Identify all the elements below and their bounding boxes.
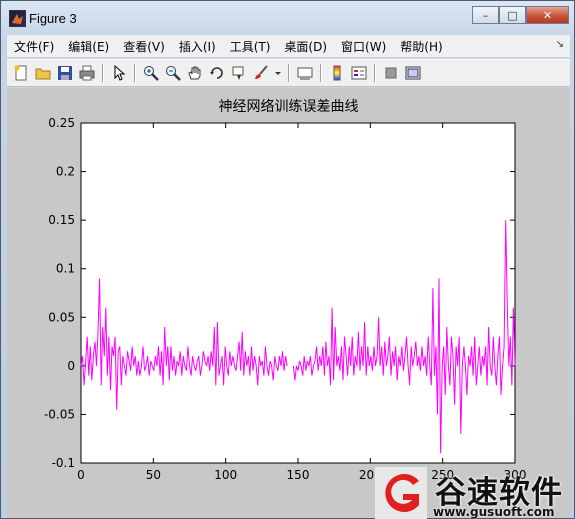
menu-help[interactable]: 帮助(H) (393, 38, 449, 55)
y-tick-label: 0.2 (56, 165, 75, 179)
watermark-url: www.gusuoft.com (433, 505, 555, 519)
title-bar[interactable]: Figure 3 – □ ✕ (1, 1, 574, 33)
legend-icon[interactable] (350, 64, 368, 82)
brush-icon[interactable] (252, 64, 270, 82)
new-file-icon[interactable] (12, 64, 30, 82)
close-button[interactable]: ✕ (526, 6, 569, 24)
figure-window: Figure 3 – □ ✕ 文件(F) 编辑(E) 查看(V) 插入(I) 工… (0, 0, 575, 519)
link-plot-icon[interactable] (296, 64, 314, 82)
error-curve-chart: 0 50 100 150 200 250 300-0.1-0.0500.050.10.150… (44, 116, 527, 482)
print-icon[interactable] (78, 64, 96, 82)
toolbar-separator (320, 64, 322, 82)
y-tick-label: 0 (67, 359, 75, 373)
menu-edit[interactable]: 编辑(E) (61, 38, 116, 55)
x-tick-label: 150 (287, 468, 310, 482)
show-plot-tools-icon[interactable] (404, 64, 422, 82)
x-tick-label: 0 (77, 468, 85, 482)
open-folder-icon[interactable] (34, 64, 52, 82)
y-tick-label: 0.1 (56, 262, 75, 276)
pan-hand-icon[interactable] (186, 64, 204, 82)
y-tick-label: 0.15 (48, 213, 75, 227)
rotate-3d-icon[interactable] (208, 64, 226, 82)
pointer-icon[interactable] (110, 64, 128, 82)
plot-area (80, 122, 516, 464)
menu-overflow-icon[interactable]: ↘ (556, 39, 564, 50)
menu-bar: 文件(F) 编辑(E) 查看(V) 插入(I) 工具(T) 桌面(D) 窗口(W… (7, 35, 570, 57)
minimize-button[interactable]: – (472, 6, 499, 24)
toolbar-separator (102, 64, 104, 82)
figure-toolbar (7, 59, 570, 87)
maximize-button[interactable]: □ (499, 6, 526, 24)
maximize-icon: □ (507, 8, 518, 22)
window-title: Figure 3 (29, 11, 77, 26)
matlab-logo-icon (9, 10, 26, 27)
colorbar-icon[interactable] (328, 64, 346, 82)
y-tick-label: 0.25 (48, 116, 75, 130)
zoom-in-icon[interactable] (142, 64, 160, 82)
y-tick-label: 0.05 (48, 310, 75, 324)
y-tick-label: -0.1 (52, 456, 75, 470)
menu-file[interactable]: 文件(F) (7, 38, 61, 55)
y-tick-label: -0.05 (44, 407, 75, 421)
menu-window[interactable]: 窗口(W) (334, 38, 393, 55)
watermark-logo-icon (375, 467, 427, 519)
dropdown-arrow-icon[interactable] (274, 64, 282, 82)
menu-tools[interactable]: 工具(T) (223, 38, 278, 55)
toolbar-separator (134, 64, 136, 82)
x-tick-label: 50 (146, 468, 161, 482)
menu-view[interactable]: 查看(V) (116, 38, 172, 55)
menu-desktop[interactable]: 桌面(D) (277, 38, 334, 55)
close-icon: ✕ (542, 8, 553, 22)
zoom-out-icon[interactable] (164, 64, 182, 82)
data-cursor-icon[interactable] (230, 64, 248, 82)
toolbar-separator (374, 64, 376, 82)
watermark: 谷速软件 www.gusuoft.com (375, 467, 575, 519)
minimize-icon: – (482, 8, 489, 22)
hide-plot-tools-icon[interactable] (382, 64, 400, 82)
toolbar-separator (288, 64, 290, 82)
save-icon[interactable] (56, 64, 74, 82)
menu-insert[interactable]: 插入(I) (172, 38, 223, 55)
figure-canvas: 神经网络训练误差曲线 0 50 100 150 200 250 300 -0.1 -0.05 0 0… (7, 88, 570, 518)
x-tick-label: 100 (214, 468, 237, 482)
